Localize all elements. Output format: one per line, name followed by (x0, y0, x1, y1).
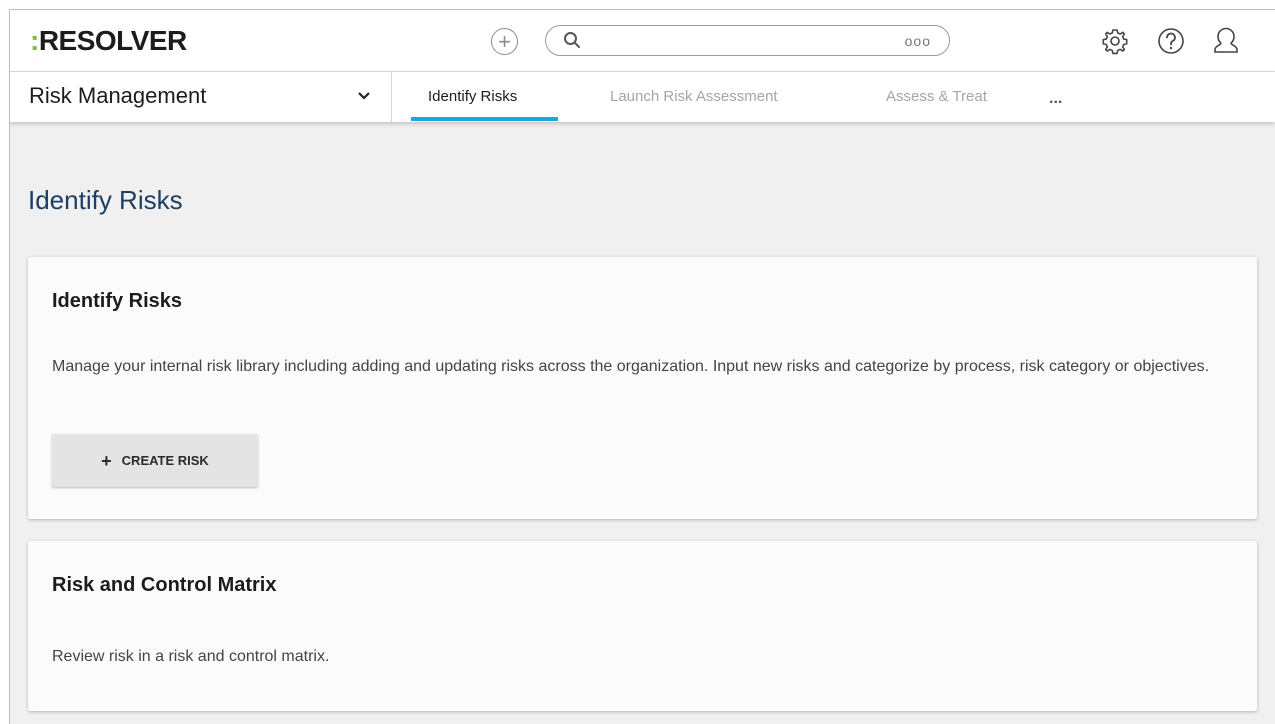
create-risk-button[interactable]: + CREATE RISK (52, 434, 258, 487)
plus-circle-icon[interactable]: + (491, 28, 518, 55)
search-input[interactable] (590, 30, 890, 50)
card-description: Manage your internal risk library includ… (52, 358, 1210, 375)
create-risk-label: CREATE RISK (121, 453, 209, 468)
tab-launch-risk-assessment[interactable]: Launch Risk Assessment (610, 88, 778, 105)
search-icon (564, 32, 580, 48)
resolver-logo[interactable]: :RESOLVER (30, 27, 187, 55)
gear-icon[interactable] (1099, 25, 1131, 57)
user-icon[interactable] (1210, 25, 1242, 57)
app-window: :RESOLVER + ooo Risk Management Identify… (9, 9, 1275, 724)
plus-icon: + (101, 450, 112, 471)
app-navbar: Risk Management Identify Risks Launch Ri… (10, 72, 1275, 122)
risk-control-matrix-card[interactable]: Risk and Control Matrix Review risk in a… (28, 541, 1257, 711)
active-tab-indicator (411, 117, 558, 121)
app-name: Risk Management (29, 83, 207, 108)
search-bar[interactable]: ooo (545, 25, 950, 56)
tab-identify-risks[interactable]: Identify Risks (428, 88, 517, 105)
search-options[interactable]: ooo (905, 33, 931, 49)
help-circle-icon[interactable] (1155, 25, 1187, 57)
app-selector[interactable]: Risk Management (10, 72, 392, 122)
logo-text: RESOLVER (38, 25, 187, 56)
more-tabs-icon[interactable]: ... (1049, 90, 1062, 108)
page-title: Identify Risks (28, 185, 183, 215)
chevron-down-icon (358, 92, 370, 100)
logo-colon: : (30, 25, 39, 56)
identify-risks-card: Identify Risks Manage your internal risk… (28, 257, 1257, 519)
tab-assess-and-treat[interactable]: Assess & Treat (886, 88, 987, 105)
top-header: :RESOLVER + ooo (10, 10, 1275, 72)
card-title: Identify Risks (52, 290, 183, 312)
card-description: Review risk in a risk and control matrix… (52, 648, 330, 665)
card-title: Risk and Control Matrix (52, 574, 277, 596)
